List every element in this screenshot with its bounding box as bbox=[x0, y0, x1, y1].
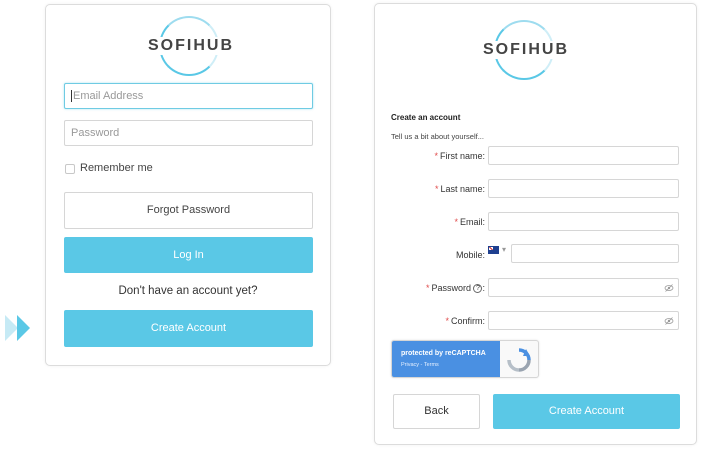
required-marker: * bbox=[425, 283, 430, 293]
form-subheading: Tell us a bit about yourself... bbox=[391, 132, 484, 141]
confirm-password-input[interactable] bbox=[488, 311, 679, 330]
brand-name: SOFIHUB bbox=[479, 41, 573, 59]
brand-name: SOFIHUB bbox=[144, 37, 238, 55]
password-placeholder: Password bbox=[71, 127, 120, 139]
form-heading: Create an account bbox=[391, 113, 461, 122]
recaptcha-panel: protected by reCAPTCHA Privacy - Terms bbox=[392, 341, 500, 377]
first-name-text: First name: bbox=[439, 151, 485, 161]
required-marker: * bbox=[445, 316, 449, 326]
password-text: Password bbox=[431, 283, 471, 293]
create-account-button[interactable]: Create Account bbox=[64, 310, 313, 347]
email-text: Email: bbox=[459, 217, 485, 227]
hide-password-icon[interactable] bbox=[664, 316, 674, 326]
password-label: * Password ?: bbox=[375, 283, 485, 294]
text-caret bbox=[71, 90, 72, 103]
required-marker: * bbox=[434, 151, 438, 161]
recaptcha-logo-icon bbox=[507, 348, 531, 372]
email-placeholder: Email Address bbox=[73, 90, 144, 102]
first-name-label: * First name: bbox=[375, 151, 485, 161]
required-marker: * bbox=[454, 217, 458, 227]
create-account-submit-button[interactable]: Create Account bbox=[493, 394, 680, 429]
login-button[interactable]: Log In bbox=[64, 237, 313, 273]
mobile-input[interactable] bbox=[511, 244, 679, 263]
recaptcha-widget[interactable]: protected by reCAPTCHA Privacy - Terms bbox=[391, 340, 539, 378]
australia-flag-icon[interactable] bbox=[488, 246, 499, 254]
signup-email-input[interactable] bbox=[488, 212, 679, 231]
country-dropdown-chevron-icon[interactable]: ▾ bbox=[502, 245, 506, 254]
hide-password-icon[interactable] bbox=[664, 283, 674, 293]
password-input[interactable]: Password bbox=[64, 120, 313, 146]
email-input[interactable]: Email Address bbox=[64, 83, 313, 109]
last-name-label: * Last name: bbox=[375, 184, 485, 194]
required-marker: * bbox=[434, 184, 439, 194]
confirm-text: Confirm: bbox=[450, 316, 485, 326]
signup-password-input[interactable] bbox=[488, 278, 679, 297]
last-name-text: Last name: bbox=[440, 184, 485, 194]
email-label: * Email: bbox=[375, 217, 485, 227]
recaptcha-links[interactable]: Privacy - Terms bbox=[401, 362, 439, 368]
confirm-label: * Confirm: bbox=[375, 316, 485, 326]
sofihub-logo: SOFIHUB bbox=[479, 20, 573, 80]
login-card: SOFIHUB Email Address Password Remember … bbox=[45, 4, 331, 366]
sofihub-logo: SOFIHUB bbox=[144, 16, 238, 76]
mobile-label: Mobile: bbox=[455, 250, 485, 260]
first-name-input[interactable] bbox=[488, 146, 679, 165]
back-button[interactable]: Back bbox=[393, 394, 480, 429]
remember-me-label: Remember me bbox=[80, 162, 153, 174]
remember-me-checkbox[interactable] bbox=[65, 164, 75, 174]
recaptcha-text: protected by reCAPTCHA bbox=[401, 350, 486, 357]
password-colon: : bbox=[482, 283, 485, 293]
last-name-input[interactable] bbox=[488, 179, 679, 198]
signup-card: SOFIHUB Create an account Tell us a bit … bbox=[374, 3, 697, 445]
forgot-password-button[interactable]: Forgot Password bbox=[64, 192, 313, 229]
no-account-text: Don't have an account yet? bbox=[118, 285, 258, 297]
